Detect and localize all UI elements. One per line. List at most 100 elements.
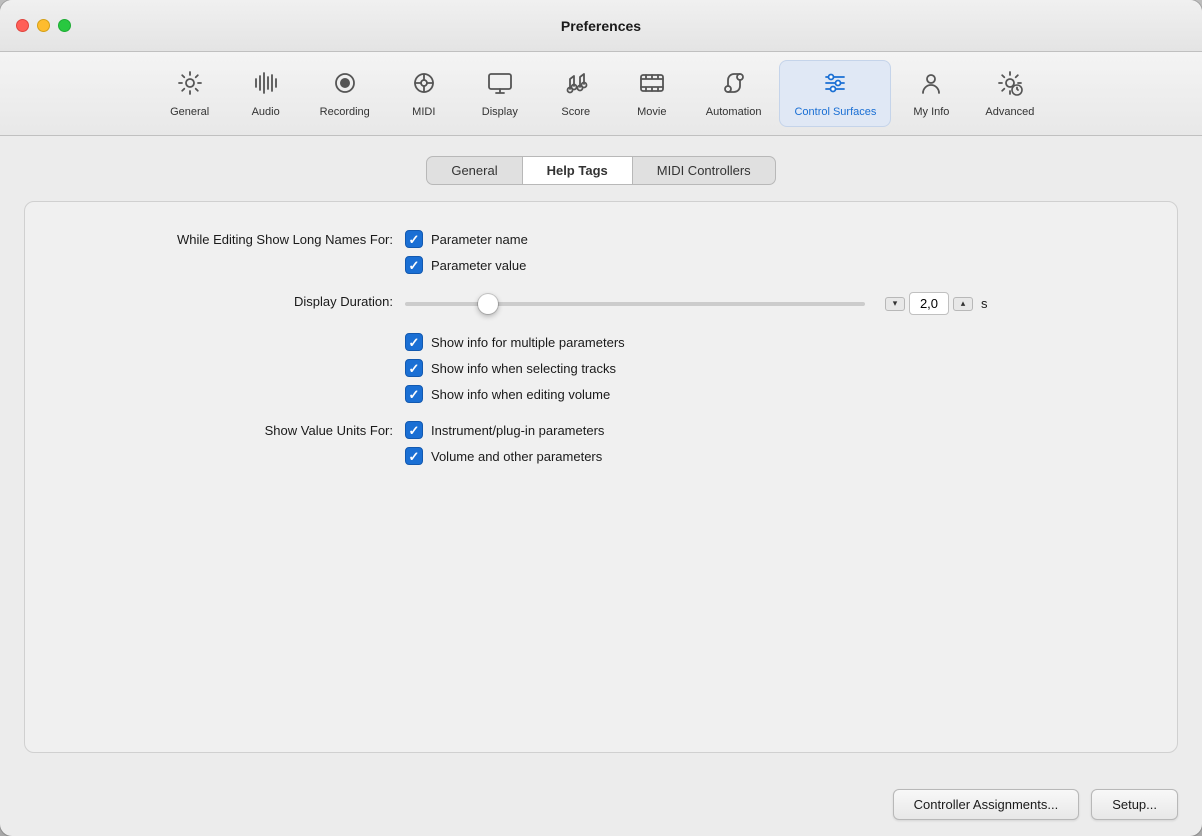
advanced-icon [996, 69, 1024, 102]
toolbar-item-control-surfaces[interactable]: Control Surfaces [779, 60, 891, 127]
score-icon [562, 69, 590, 102]
parameter-value-checkbox[interactable]: ✓ [405, 256, 423, 274]
toolbar-general-label: General [170, 106, 209, 118]
subtab-midi-controllers[interactable]: MIDI Controllers [633, 156, 776, 185]
toolbar: General Audio Recording [0, 52, 1202, 136]
toolbar-movie-label: Movie [637, 106, 666, 118]
show-info-row: ✓ Show info for multiple parameters ✓ Sh… [65, 333, 1137, 403]
toolbar-display-label: Display [482, 106, 518, 118]
parameter-value-label: Parameter value [431, 258, 526, 273]
show-info-checkboxes: ✓ Show info for multiple parameters ✓ Sh… [405, 333, 625, 403]
instrument-plugin-label: Instrument/plug-in parameters [431, 423, 604, 438]
instrument-plugin-checkbox[interactable]: ✓ [405, 421, 423, 439]
show-value-units-label: Show Value Units For: [65, 421, 405, 438]
stepper-down-button[interactable]: ▾ [885, 297, 905, 311]
show-info-editing-checkbox[interactable]: ✓ [405, 385, 423, 403]
bottom-bar: Controller Assignments... Setup... [0, 773, 1202, 836]
display-duration-row: Display Duration: ▾ 2,0 ▴ [65, 292, 1137, 315]
show-info-editing-label: Show info when editing volume [431, 387, 610, 402]
stepper-up-buttons: ▴ [953, 297, 973, 311]
toolbar-audio-label: Audio [252, 106, 280, 118]
audio-icon [252, 69, 280, 102]
show-info-selecting-row: ✓ Show info when selecting tracks [405, 359, 625, 377]
parameter-value-row: ✓ Parameter value [405, 256, 528, 274]
slider-thumb[interactable] [478, 294, 498, 314]
checkmark-icon: ✓ [409, 336, 420, 349]
toolbar-item-midi[interactable]: MIDI [388, 61, 460, 126]
display-duration-label: Display Duration: [65, 292, 405, 309]
volume-other-row: ✓ Volume and other parameters [405, 447, 604, 465]
midi-icon [410, 69, 438, 102]
subtab-help-tags[interactable]: Help Tags [523, 156, 633, 185]
unit-label: s [981, 296, 988, 311]
checkmark-icon: ✓ [409, 450, 420, 463]
show-value-units-row: Show Value Units For: ✓ Instrument/plug-… [65, 421, 1137, 465]
slider-area: ▾ 2,0 ▴ s [405, 292, 988, 315]
settings-area: While Editing Show Long Names For: ✓ Par… [65, 230, 1137, 465]
parameter-name-label: Parameter name [431, 232, 528, 247]
toolbar-score-label: Score [561, 106, 590, 118]
toolbar-item-automation[interactable]: Automation [692, 61, 776, 126]
stepper-container: ▾ 2,0 ▴ s [885, 292, 988, 315]
toolbar-item-general[interactable]: General [154, 61, 226, 126]
show-info-multiple-label: Show info for multiple parameters [431, 335, 625, 350]
automation-icon [720, 69, 748, 102]
stepper-value: 2,0 [909, 292, 949, 315]
display-icon [486, 69, 514, 102]
toolbar-recording-label: Recording [320, 106, 370, 118]
show-info-spacer [65, 333, 405, 335]
volume-other-checkbox[interactable]: ✓ [405, 447, 423, 465]
while-editing-row: While Editing Show Long Names For: ✓ Par… [65, 230, 1137, 274]
my-info-icon [917, 69, 945, 102]
minimize-button[interactable] [37, 19, 50, 32]
while-editing-label: While Editing Show Long Names For: [65, 230, 405, 247]
checkmark-icon: ✓ [409, 362, 420, 375]
window-title: Preferences [561, 18, 641, 34]
preferences-window: Preferences General Audio [0, 0, 1202, 836]
parameter-name-checkbox[interactable]: ✓ [405, 230, 423, 248]
toolbar-item-score[interactable]: Score [540, 61, 612, 126]
toolbar-advanced-label: Advanced [985, 106, 1034, 118]
checkmark-icon: ✓ [409, 233, 420, 246]
show-info-editing-row: ✓ Show info when editing volume [405, 385, 625, 403]
toolbar-item-my-info[interactable]: My Info [895, 61, 967, 126]
toolbar-item-display[interactable]: Display [464, 61, 536, 126]
traffic-lights [16, 19, 71, 32]
instrument-plugin-row: ✓ Instrument/plug-in parameters [405, 421, 604, 439]
toolbar-item-advanced[interactable]: Advanced [971, 61, 1048, 126]
control-surfaces-icon [821, 69, 849, 102]
maximize-button[interactable] [58, 19, 71, 32]
parameter-name-row: ✓ Parameter name [405, 230, 528, 248]
value-units-checkboxes: ✓ Instrument/plug-in parameters ✓ Volume… [405, 421, 604, 465]
toolbar-my-info-label: My Info [913, 106, 949, 118]
stepper-up-button[interactable]: ▴ [953, 297, 973, 311]
controller-assignments-button[interactable]: Controller Assignments... [893, 789, 1080, 820]
toolbar-midi-label: MIDI [412, 106, 435, 118]
close-button[interactable] [16, 19, 29, 32]
titlebar: Preferences [0, 0, 1202, 52]
checkmark-icon: ✓ [409, 424, 420, 437]
toolbar-automation-label: Automation [706, 106, 762, 118]
stepper-buttons: ▾ [885, 297, 905, 311]
gear-icon [176, 69, 204, 102]
toolbar-item-recording[interactable]: Recording [306, 61, 384, 126]
content-area: General Help Tags MIDI Controllers While… [0, 136, 1202, 773]
show-info-selecting-checkbox[interactable]: ✓ [405, 359, 423, 377]
settings-panel: While Editing Show Long Names For: ✓ Par… [24, 201, 1178, 753]
show-info-selecting-label: Show info when selecting tracks [431, 361, 616, 376]
movie-icon [638, 69, 666, 102]
toolbar-control-surfaces-label: Control Surfaces [794, 106, 876, 118]
toolbar-item-movie[interactable]: Movie [616, 61, 688, 126]
subtab-general[interactable]: General [426, 156, 522, 185]
show-info-multiple-row: ✓ Show info for multiple parameters [405, 333, 625, 351]
setup-button[interactable]: Setup... [1091, 789, 1178, 820]
checkmark-icon: ✓ [409, 388, 420, 401]
volume-other-label: Volume and other parameters [431, 449, 602, 464]
while-editing-checkboxes: ✓ Parameter name ✓ Parameter value [405, 230, 528, 274]
subtab-bar: General Help Tags MIDI Controllers [24, 156, 1178, 185]
checkmark-icon: ✓ [409, 259, 420, 272]
toolbar-item-audio[interactable]: Audio [230, 61, 302, 126]
duration-slider[interactable] [405, 302, 865, 306]
recording-icon [331, 69, 359, 102]
show-info-multiple-checkbox[interactable]: ✓ [405, 333, 423, 351]
